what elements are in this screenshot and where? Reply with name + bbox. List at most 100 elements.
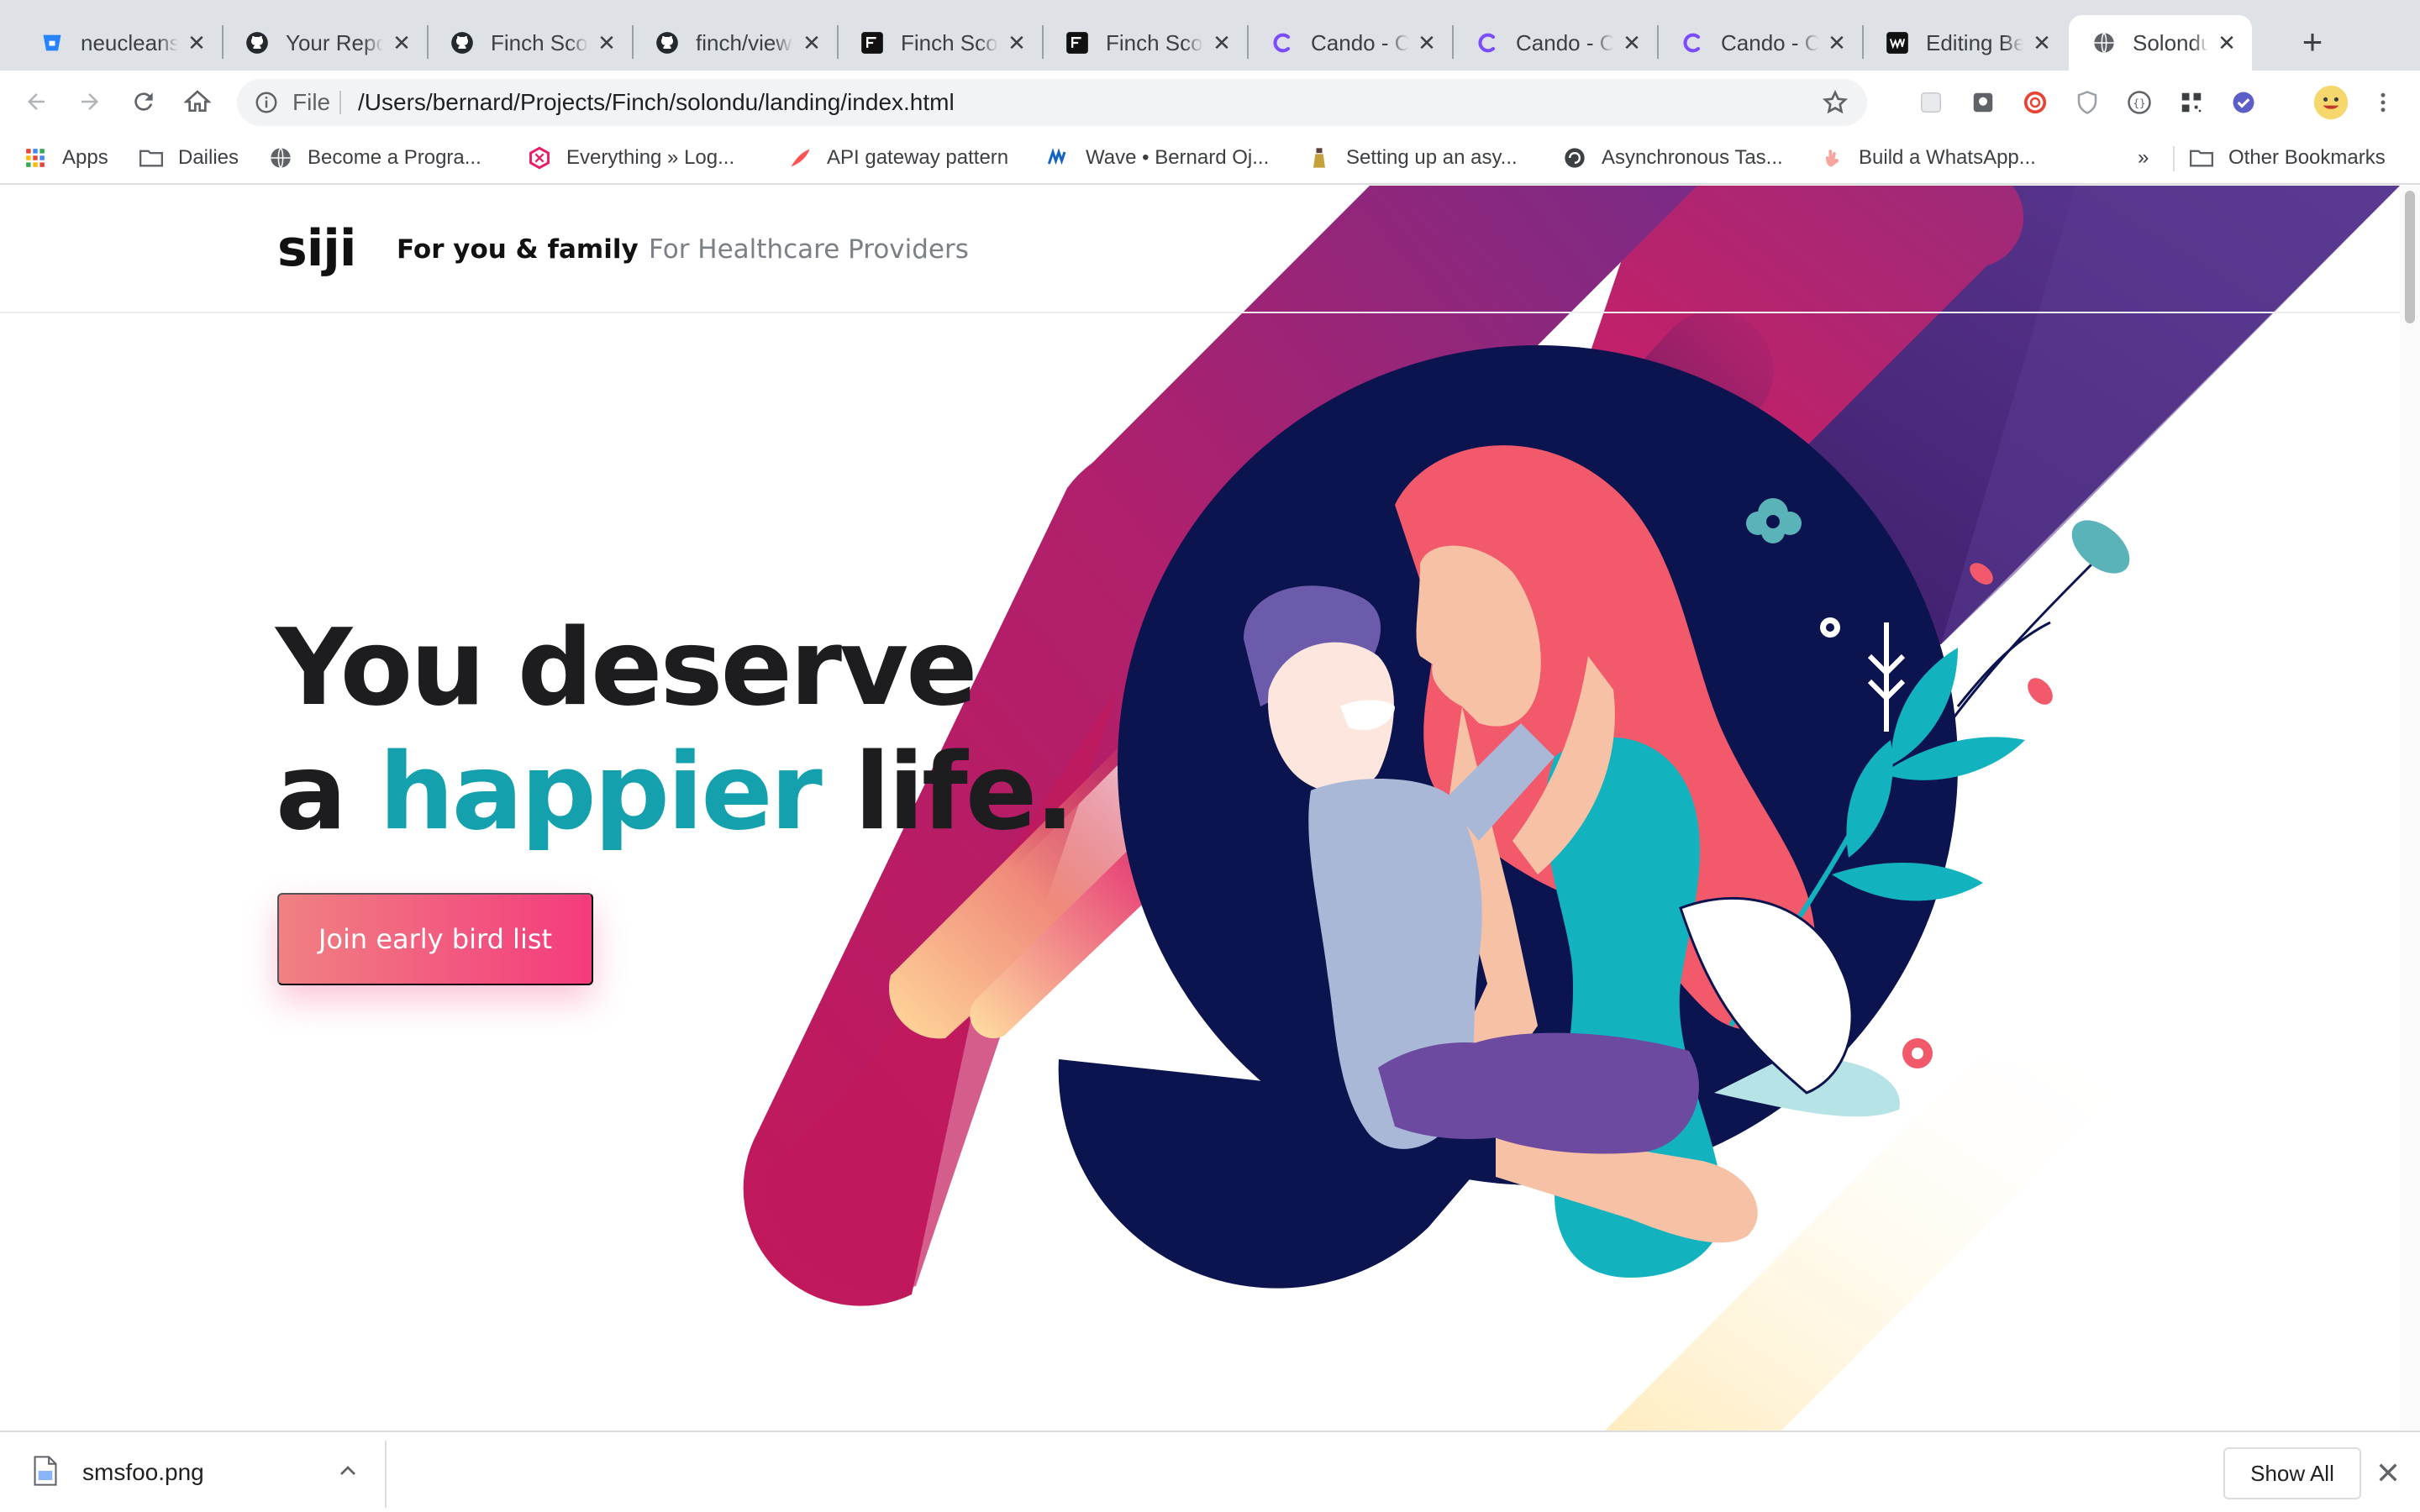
close-tab-icon[interactable]: ✕ <box>2215 30 2238 55</box>
webflow-icon <box>1886 31 1909 55</box>
reload-icon <box>134 92 153 111</box>
info-icon[interactable] <box>254 90 279 115</box>
github-icon <box>450 31 474 55</box>
bookmark-label: Dailies <box>178 146 239 169</box>
bookmark-item[interactable]: Setting up an asy... <box>1307 139 1518 176</box>
browser-tab[interactable]: Your Repo ✕ <box>222 15 427 71</box>
close-tab-icon[interactable]: ✕ <box>185 30 208 55</box>
bookmark-item[interactable]: API gateway pattern <box>788 139 1008 176</box>
close-tab-icon[interactable]: ✕ <box>595 30 618 55</box>
bookmark-item[interactable]: Wave • Bernard Oj... <box>1047 139 1269 176</box>
bookmarks-overflow-button[interactable]: » <box>2138 139 2149 176</box>
browser-tab[interactable]: Finch Scor ✕ <box>427 15 632 71</box>
bookmarks-bar: Apps Dailies Become a Progra... Everything … <box>0 133 2420 185</box>
flower-pink <box>1902 1038 1933 1068</box>
download-bar: smsfoo.png Show All <box>0 1431 2420 1512</box>
plus-icon: + <box>2302 22 2323 61</box>
nav-link-healthcare-providers[interactable]: For Healthcare Providers <box>649 234 969 265</box>
close-tab-icon[interactable]: ✕ <box>1620 30 1644 55</box>
bookmarks-divider <box>2173 146 2175 171</box>
extension-braces-icon[interactable]: {} <box>2126 89 2153 116</box>
home-icon <box>184 90 211 112</box>
bookmark-label: API gateway pattern <box>827 146 1009 169</box>
browser-tab[interactable]: Cando - C ✕ <box>1452 15 1657 71</box>
close-icon[interactable] <box>2375 1459 2402 1486</box>
close-tab-icon[interactable]: ✕ <box>1210 30 1234 55</box>
reload-button[interactable] <box>123 81 165 123</box>
other-bookmarks-label: Other Bookmarks <box>2228 146 2386 169</box>
close-tab-icon[interactable]: ✕ <box>390 30 413 55</box>
extension-dotgrid-icon[interactable] <box>1918 89 1944 116</box>
profile-avatar[interactable] <box>2312 84 2349 121</box>
bottle-icon <box>1307 146 1331 170</box>
address-bar[interactable]: File /Users/bernard/Projects/Finch/solon… <box>237 79 1867 126</box>
flower-bud-pink-1 <box>2028 678 2053 705</box>
bookmark-item[interactable]: Everything » Log... <box>528 139 734 176</box>
url-scheme: File <box>292 89 331 115</box>
bookmark-item[interactable]: Build a WhatsApp... <box>1820 139 2036 176</box>
home-button[interactable] <box>176 81 218 123</box>
hand-icon <box>1820 146 1844 170</box>
browser-tab[interactable]: Finch Scor ✕ <box>1042 15 1247 71</box>
tab-title: Your Repo <box>286 29 383 55</box>
github-icon <box>655 31 679 55</box>
extension-qrcode-icon[interactable] <box>2178 89 2205 116</box>
bookmark-label: Apps <box>62 146 108 169</box>
browser-tab[interactable]: Editing Be ✕ <box>1862 15 2067 71</box>
browser-tab[interactable]: finch/view ✕ <box>632 15 837 71</box>
globe-icon <box>2092 31 2116 55</box>
bookmark-star-icon[interactable] <box>1822 89 1849 116</box>
browser-toolbar: File /Users/bernard/Projects/Finch/solon… <box>0 71 2420 133</box>
flower-white <box>1820 617 1840 638</box>
new-tab-button[interactable]: + <box>2294 22 2331 61</box>
download-file-name: smsfoo.png <box>82 1459 204 1485</box>
close-tab-icon[interactable]: ✕ <box>800 30 823 55</box>
bookmark-item[interactable]: Become a Progra... <box>269 139 481 176</box>
show-all-downloads-button[interactable]: Show All <box>2223 1447 2361 1499</box>
nav-link-for-you-family[interactable]: For you & family <box>397 234 639 265</box>
tab-title: Cando - C <box>1311 29 1408 55</box>
bookmark-item[interactable]: Dailies <box>139 139 239 176</box>
other-bookmarks-folder[interactable]: Other Bookmarks <box>2190 139 2386 176</box>
tab-title: Editing Be <box>1926 29 2023 55</box>
cando-icon <box>1681 31 1704 55</box>
kebab-menu-icon <box>2381 92 2386 113</box>
bookmark-label: Build a WhatsApp... <box>1859 146 2036 169</box>
bookmark-label: Everything » Log... <box>566 146 735 169</box>
chevron-up-icon[interactable] <box>334 1457 361 1484</box>
browser-tab[interactable]: Solondu - ✕ <box>2069 15 2252 71</box>
flower-bud-teal <box>2071 520 2130 574</box>
bookmark-item[interactable]: Apps <box>24 139 108 176</box>
headline-line-1: You deserve <box>276 606 978 729</box>
close-tab-icon[interactable]: ✕ <box>2030 30 2054 55</box>
browser-tab[interactable]: Finch Scor ✕ <box>837 15 1042 71</box>
finch-icon <box>1065 31 1089 55</box>
join-early-bird-button[interactable]: Join early bird list <box>277 893 593 985</box>
siji-logo[interactable]: siji <box>277 219 356 278</box>
headline-line-2-post: life. <box>819 730 1076 853</box>
tab-title: Finch Scor <box>901 29 998 55</box>
browser-menu-button[interactable] <box>2370 89 2396 116</box>
extension-lightbulb-icon[interactable] <box>1970 89 1996 116</box>
bookmark-item[interactable]: Asynchronous Tas... <box>1563 139 1783 176</box>
url-divider <box>339 91 341 114</box>
vertical-scrollbar[interactable] <box>2400 186 2420 1431</box>
download-item[interactable]: smsfoo.png <box>0 1441 387 1508</box>
browser-tab[interactable]: neucleans ✕ <box>17 15 222 71</box>
arrow-right-icon <box>82 93 98 110</box>
browser-tab[interactable]: Cando - C ✕ <box>1657 15 1862 71</box>
scrollbar-thumb[interactable] <box>2405 191 2415 323</box>
back-button[interactable] <box>15 81 57 123</box>
tab-title: Solondu - <box>2133 29 2208 55</box>
close-tab-icon[interactable]: ✕ <box>1825 30 1849 55</box>
close-tab-icon[interactable]: ✕ <box>1415 30 1439 55</box>
close-tab-icon[interactable]: ✕ <box>1005 30 1028 55</box>
extension-shield-icon[interactable] <box>2074 89 2101 116</box>
forward-button[interactable] <box>69 81 111 123</box>
url-text[interactable]: /Users/bernard/Projects/Finch/solondu/la… <box>358 89 955 116</box>
tab-title: Finch Scor <box>491 29 588 55</box>
browser-tab[interactable]: Cando - C ✕ <box>1247 15 1452 71</box>
tab-title: finch/view <box>696 29 792 55</box>
extension-check-badge-icon[interactable] <box>2230 89 2257 116</box>
extension-spiral-icon[interactable] <box>2022 89 2049 116</box>
